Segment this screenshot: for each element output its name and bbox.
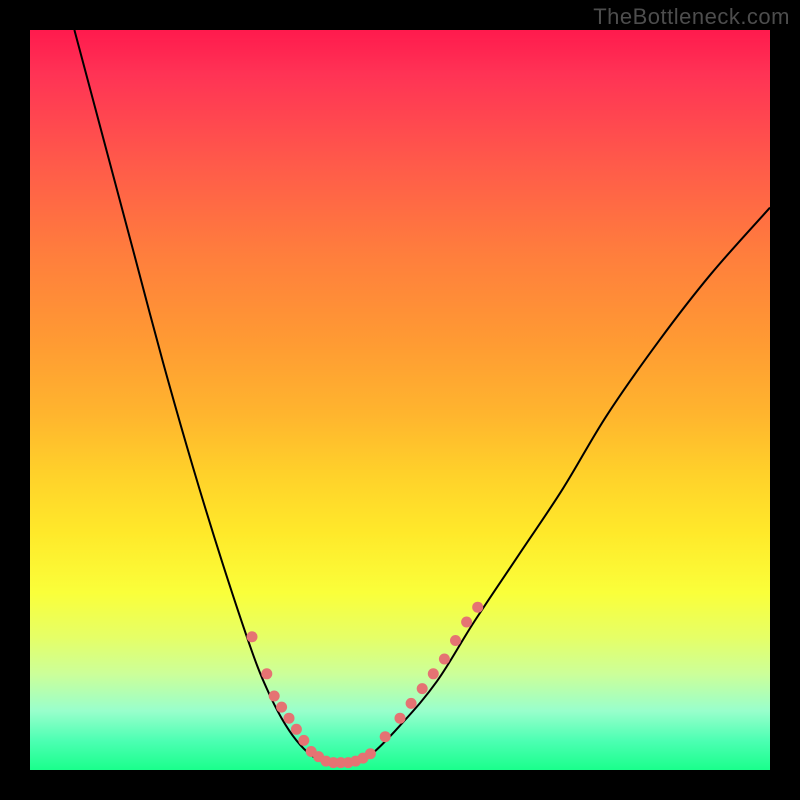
plot-area bbox=[30, 30, 770, 770]
sample-dot bbox=[298, 735, 309, 746]
sample-dot bbox=[291, 724, 302, 735]
sample-dot bbox=[269, 691, 280, 702]
sample-dot bbox=[406, 698, 417, 709]
sample-dot bbox=[261, 668, 272, 679]
bottleneck-curve-svg bbox=[30, 30, 770, 770]
sample-dots-group bbox=[247, 602, 484, 768]
sample-dot bbox=[380, 731, 391, 742]
sample-dot bbox=[428, 668, 439, 679]
sample-dot bbox=[276, 702, 287, 713]
sample-dot bbox=[450, 635, 461, 646]
watermark-text: TheBottleneck.com bbox=[593, 4, 790, 30]
sample-dot bbox=[365, 748, 376, 759]
bottleneck-curve bbox=[74, 30, 770, 763]
sample-dot bbox=[472, 602, 483, 613]
sample-dot bbox=[247, 631, 258, 642]
sample-dot bbox=[395, 713, 406, 724]
sample-dot bbox=[417, 683, 428, 694]
sample-dot bbox=[284, 713, 295, 724]
chart-frame: TheBottleneck.com bbox=[0, 0, 800, 800]
sample-dot bbox=[439, 654, 450, 665]
sample-dot bbox=[461, 617, 472, 628]
